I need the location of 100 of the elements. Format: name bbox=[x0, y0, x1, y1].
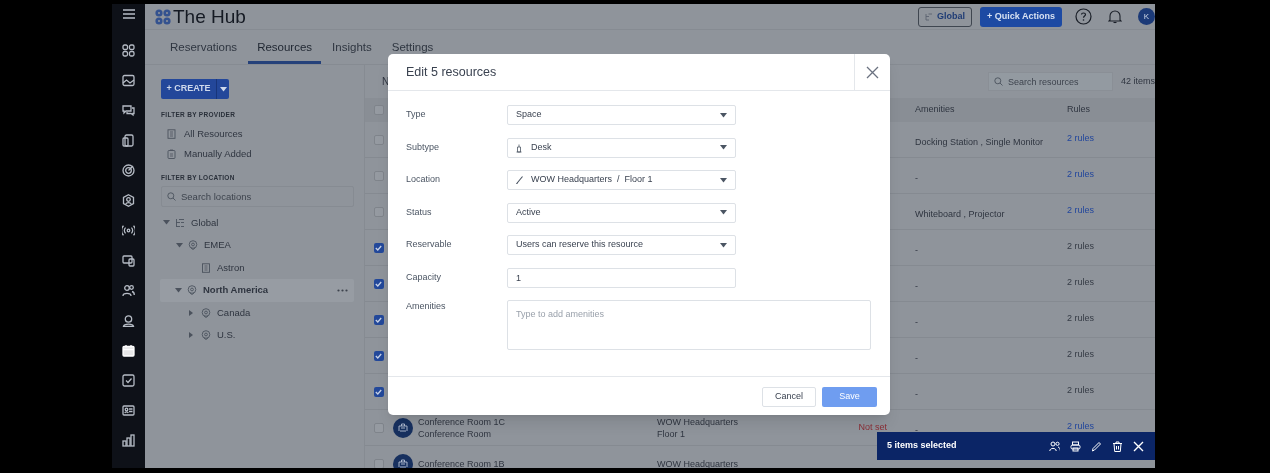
table-cell: - bbox=[915, 172, 918, 183]
check-icon bbox=[375, 316, 382, 323]
row-checkbox[interactable] bbox=[373, 242, 384, 253]
row-checkbox[interactable] bbox=[373, 350, 384, 361]
pin-icon bbox=[187, 285, 197, 296]
grid-icon[interactable] bbox=[122, 43, 135, 57]
caret-icon bbox=[720, 177, 727, 183]
table-cell: - bbox=[915, 244, 918, 255]
tab[interactable]: Insights bbox=[323, 30, 381, 64]
row-checkbox[interactable] bbox=[373, 278, 384, 289]
people-icon[interactable] bbox=[1049, 440, 1060, 452]
room-icon bbox=[393, 453, 413, 468]
provider-filter[interactable]: All Resources bbox=[184, 126, 243, 141]
tree-item[interactable]: Global bbox=[161, 211, 354, 234]
row-checkbox[interactable] bbox=[373, 314, 384, 325]
table-cell: - bbox=[915, 352, 918, 363]
table-cell: - bbox=[915, 424, 918, 435]
field-label: Status bbox=[406, 205, 433, 219]
device-icon[interactable] bbox=[122, 133, 135, 147]
table-cell: 2 rules bbox=[1067, 313, 1094, 323]
resource-name: Conference Room 1C bbox=[418, 415, 506, 428]
screens-icon[interactable] bbox=[122, 253, 135, 267]
caret-icon bbox=[720, 242, 727, 248]
row-checkbox[interactable] bbox=[373, 386, 384, 397]
search-icon bbox=[994, 77, 1003, 86]
quick-actions-button[interactable]: + Quick Actions bbox=[980, 6, 1062, 27]
help-icon[interactable] bbox=[1075, 8, 1092, 25]
pin-icon bbox=[201, 307, 211, 318]
search-icon bbox=[167, 191, 176, 201]
row-checkbox[interactable] bbox=[373, 134, 384, 145]
table-cell-text: WOW Headquarters bbox=[657, 457, 740, 468]
chat-icon[interactable] bbox=[122, 103, 135, 117]
badge-icon[interactable] bbox=[122, 193, 135, 207]
calendar-icon[interactable] bbox=[122, 343, 135, 357]
amenities-field[interactable]: Type to add amenities bbox=[507, 300, 871, 350]
field-label: Subtype bbox=[406, 140, 441, 154]
person-icon[interactable] bbox=[122, 313, 135, 327]
field-label: Type bbox=[406, 108, 427, 122]
toolbar-text: N bbox=[382, 75, 390, 89]
rules-link[interactable]: 2 rules bbox=[1067, 421, 1094, 431]
tab[interactable]: Settings bbox=[382, 30, 443, 64]
menu-icon[interactable] bbox=[122, 9, 135, 19]
table-cell: - bbox=[915, 280, 918, 291]
delete-icon[interactable] bbox=[1112, 440, 1123, 452]
logo-icon bbox=[155, 8, 171, 25]
field-label: Amenities bbox=[406, 300, 447, 313]
table-cell-text: Floor 1 bbox=[657, 427, 686, 440]
print-icon[interactable] bbox=[1070, 440, 1081, 452]
bell-icon[interactable] bbox=[1108, 9, 1122, 24]
hierarchy-icon bbox=[175, 217, 185, 228]
people-icon[interactable] bbox=[122, 283, 135, 297]
edit-icon[interactable] bbox=[1091, 440, 1102, 452]
cancel-button[interactable]: Cancel bbox=[762, 387, 816, 407]
tree-item[interactable]: U.S. bbox=[161, 324, 354, 347]
tree-item[interactable]: EMEA bbox=[161, 234, 354, 257]
more-icon[interactable] bbox=[337, 288, 348, 292]
dialog-title: Edit 5 resources bbox=[405, 63, 498, 81]
tab[interactable]: Reservations bbox=[161, 30, 247, 64]
select-field[interactable]: Desk bbox=[507, 137, 736, 158]
row-checkbox[interactable] bbox=[373, 206, 384, 217]
signal-icon[interactable] bbox=[122, 223, 135, 237]
building-icon bbox=[167, 128, 176, 139]
app-title: The Hub bbox=[173, 7, 246, 26]
tree-item[interactable]: Canada bbox=[161, 301, 354, 324]
rules-link[interactable]: 2 rules bbox=[1067, 169, 1094, 179]
location-button[interactable]: Global bbox=[918, 6, 973, 27]
row-checkbox[interactable] bbox=[373, 105, 384, 115]
provider-filter[interactable]: Manually Added bbox=[184, 146, 252, 161]
rules-link[interactable]: 2 rules bbox=[1067, 133, 1094, 143]
rules-link[interactable]: 2 rules bbox=[1067, 205, 1094, 215]
input-field[interactable]: 1 bbox=[507, 267, 736, 288]
select-field[interactable]: WOW Headquarters / Floor 1 bbox=[507, 170, 736, 190]
tree-item[interactable]: Astron bbox=[161, 256, 354, 279]
bar-chart-icon[interactable] bbox=[122, 433, 135, 447]
hierarchy-icon bbox=[925, 12, 934, 21]
row-checkbox[interactable] bbox=[373, 458, 384, 468]
id-card-icon[interactable] bbox=[122, 403, 135, 417]
select-field[interactable]: Active bbox=[507, 202, 736, 223]
resource-type: Conference Room bbox=[418, 427, 493, 440]
check-icon bbox=[375, 388, 382, 395]
check-icon bbox=[375, 244, 382, 251]
user-avatar[interactable]: K bbox=[1138, 8, 1155, 25]
table-cell-text: WOW Headquarters bbox=[657, 415, 740, 428]
check-square-icon[interactable] bbox=[122, 373, 135, 387]
table-cell: Docking Station , Single Monitor bbox=[915, 136, 1044, 147]
search-field[interactable]: Search locations bbox=[161, 185, 354, 207]
caret-icon bbox=[219, 86, 227, 92]
table-cell: 2 rules bbox=[1067, 349, 1094, 359]
select-field[interactable]: Space bbox=[507, 105, 736, 125]
tab[interactable]: Resources bbox=[248, 30, 322, 64]
search-field[interactable]: Search resources bbox=[988, 72, 1113, 91]
tree-item[interactable]: North America bbox=[160, 279, 354, 302]
image-icon[interactable] bbox=[122, 73, 135, 87]
target-icon[interactable] bbox=[122, 163, 135, 177]
create-button[interactable]: + CREATE bbox=[161, 79, 229, 99]
select-field[interactable]: Users can reserve this resource bbox=[507, 235, 736, 255]
row-checkbox[interactable] bbox=[373, 170, 384, 181]
close-icon[interactable] bbox=[1133, 440, 1144, 452]
table-cell: Whiteboard , Projector bbox=[915, 208, 1005, 219]
table-cell: - bbox=[915, 316, 918, 327]
